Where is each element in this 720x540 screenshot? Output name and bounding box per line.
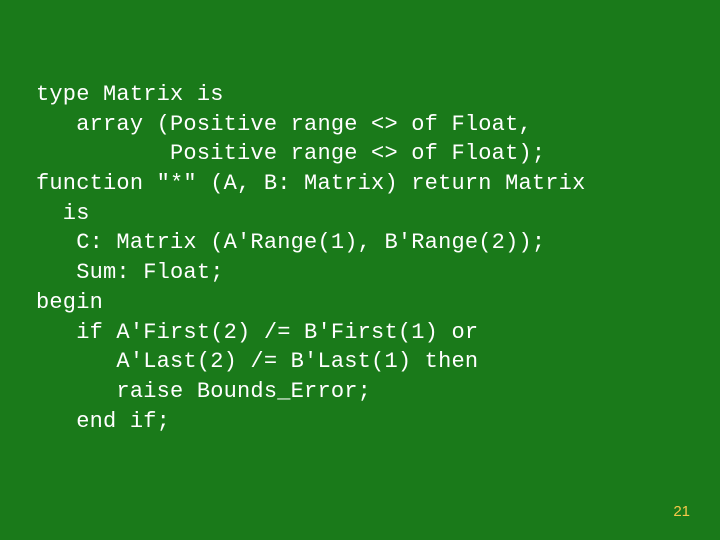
code-line: C: Matrix (A'Range(1), B'Range(2)); <box>36 230 545 255</box>
code-line: end if; <box>36 409 170 434</box>
code-line: Sum: Float; <box>36 260 224 285</box>
slide: type Matrix is array (Positive range <> … <box>0 0 720 540</box>
code-line: if A'First(2) /= B'First(1) or <box>36 320 478 345</box>
code-block: type Matrix is array (Positive range <> … <box>36 80 684 436</box>
code-line: Positive range <> of Float); <box>36 141 545 166</box>
code-line: type Matrix is <box>36 82 224 107</box>
code-line: array (Positive range <> of Float, <box>36 112 532 137</box>
code-line: begin <box>36 290 103 315</box>
code-line: raise Bounds_Error; <box>36 379 371 404</box>
code-line: A'Last(2) /= B'Last(1) then <box>36 349 478 374</box>
code-line: function "*" (A, B: Matrix) return Matri… <box>36 171 586 196</box>
code-line: is <box>36 201 90 226</box>
page-number: 21 <box>673 503 690 520</box>
